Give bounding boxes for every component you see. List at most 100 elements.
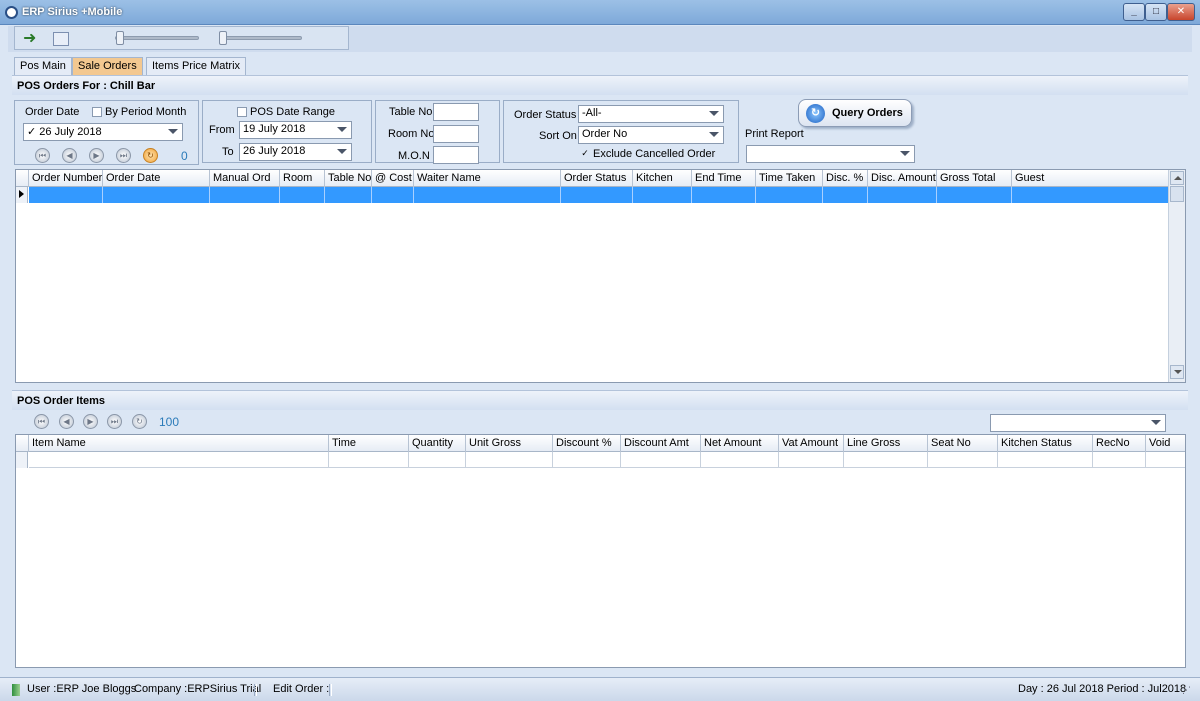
table-no-input[interactable] xyxy=(433,103,479,121)
cell[interactable] xyxy=(29,187,103,203)
cell[interactable] xyxy=(329,452,409,468)
col-line-gross[interactable]: Line Gross xyxy=(844,435,928,452)
col-room[interactable]: Room xyxy=(280,170,325,187)
chevron-down-icon[interactable] xyxy=(709,111,719,116)
close-button[interactable]: ✕ xyxy=(1167,3,1195,21)
col-net-amount[interactable]: Net Amount xyxy=(701,435,779,452)
to-date-picker[interactable]: 26 July 2018 xyxy=(239,143,352,161)
col-disc-percent[interactable]: Disc. % xyxy=(823,170,868,187)
col-gross-total[interactable]: Gross Total xyxy=(937,170,1012,187)
cell[interactable] xyxy=(466,452,553,468)
col-discount-percent[interactable]: Discount % xyxy=(553,435,621,452)
cell[interactable] xyxy=(928,452,998,468)
cell[interactable] xyxy=(621,452,701,468)
col-order-status[interactable]: Order Status xyxy=(561,170,633,187)
col-disc-amount[interactable]: Disc. Amount xyxy=(868,170,937,187)
cell[interactable] xyxy=(280,187,325,203)
cell[interactable] xyxy=(372,187,414,203)
cell[interactable] xyxy=(414,187,561,203)
prev-record-icon[interactable]: ◀ xyxy=(62,148,77,163)
sort-on-select[interactable]: Order No xyxy=(578,126,724,144)
exclude-cancelled-checkbox[interactable]: ✓ xyxy=(580,149,590,159)
table-row[interactable] xyxy=(29,187,1168,203)
tab-pos-main[interactable]: Pos Main xyxy=(14,57,72,75)
chevron-down-icon[interactable] xyxy=(900,151,910,156)
col-recno[interactable]: RecNo xyxy=(1093,435,1146,452)
zoom-slider[interactable] xyxy=(115,31,199,45)
query-orders-button[interactable]: ↻ Query Orders xyxy=(798,99,912,127)
app-icon[interactable] xyxy=(5,6,18,19)
col-cost[interactable]: @ Cost xyxy=(372,170,414,187)
cell[interactable] xyxy=(325,187,372,203)
minimize-button[interactable]: _ xyxy=(1123,3,1145,21)
col-kitchen[interactable]: Kitchen xyxy=(633,170,692,187)
col-waiter-name[interactable]: Waiter Name xyxy=(414,170,561,187)
col-seat-no[interactable]: Seat No xyxy=(928,435,998,452)
chevron-down-icon[interactable] xyxy=(1151,420,1161,425)
cell[interactable] xyxy=(29,452,329,468)
scroll-thumb[interactable] xyxy=(1170,186,1184,202)
row-indicator[interactable] xyxy=(16,187,28,203)
col-order-date[interactable]: Order Date xyxy=(103,170,210,187)
col-discount-amt[interactable]: Discount Amt xyxy=(621,435,701,452)
by-period-month-checkbox[interactable] xyxy=(92,107,102,117)
room-no-input[interactable] xyxy=(433,125,479,143)
chevron-down-icon[interactable] xyxy=(337,127,347,132)
cell[interactable] xyxy=(756,187,823,203)
table-row[interactable] xyxy=(29,452,1185,468)
col-quantity[interactable]: Quantity xyxy=(409,435,466,452)
cell[interactable] xyxy=(633,187,692,203)
scroll-down-icon[interactable] xyxy=(1170,365,1184,379)
opacity-slider[interactable] xyxy=(219,31,302,45)
col-void[interactable]: Void xyxy=(1146,435,1185,452)
next-record-icon[interactable]: ▶ xyxy=(83,414,98,429)
refresh-icon[interactable]: ↻ xyxy=(132,414,147,429)
orders-grid-scrollbar[interactable] xyxy=(1168,170,1185,382)
col-order-number[interactable]: Order Number xyxy=(29,170,103,187)
last-record-icon[interactable]: ⏭ xyxy=(107,414,122,429)
order-date-picker[interactable]: ✓ 26 July 2018 xyxy=(23,123,183,141)
last-record-icon[interactable]: ⏭ xyxy=(116,148,131,163)
cell[interactable] xyxy=(998,452,1093,468)
maximize-button[interactable]: □ xyxy=(1145,3,1167,21)
col-manual-ord[interactable]: Manual Ord xyxy=(210,170,280,187)
cell[interactable] xyxy=(1093,452,1146,468)
col-kitchen-status[interactable]: Kitchen Status xyxy=(998,435,1093,452)
col-time-taken[interactable]: Time Taken xyxy=(756,170,823,187)
row-indicator[interactable] xyxy=(16,452,28,468)
slider-thumb[interactable] xyxy=(116,31,124,45)
order-date-checkbox[interactable]: ✓ xyxy=(27,126,36,138)
cell[interactable] xyxy=(844,452,928,468)
slider-thumb[interactable] xyxy=(219,31,227,45)
refresh-icon[interactable]: ↻ xyxy=(143,148,158,163)
first-record-icon[interactable]: ⏮ xyxy=(34,414,49,429)
next-record-icon[interactable]: ▶ xyxy=(89,148,104,163)
cell[interactable] xyxy=(692,187,756,203)
cell[interactable] xyxy=(210,187,280,203)
cell[interactable] xyxy=(779,452,844,468)
cell[interactable] xyxy=(868,187,937,203)
chevron-down-icon[interactable] xyxy=(337,149,347,154)
items-filter-select[interactable] xyxy=(990,414,1166,432)
cell[interactable] xyxy=(103,187,210,203)
tab-sale-orders[interactable]: Sale Orders xyxy=(72,57,143,75)
col-item-name[interactable]: Item Name xyxy=(29,435,329,452)
exit-icon[interactable]: ➜ xyxy=(23,31,39,47)
print-report-select[interactable] xyxy=(746,145,915,163)
cell[interactable] xyxy=(409,452,466,468)
tab-items-price-matrix[interactable]: Items Price Matrix xyxy=(146,57,247,75)
order-status-select[interactable]: -All- xyxy=(578,105,724,123)
chevron-down-icon[interactable] xyxy=(168,129,178,134)
col-time[interactable]: Time xyxy=(329,435,409,452)
col-guest[interactable]: Guest xyxy=(1012,170,1168,187)
col-unit-gross[interactable]: Unit Gross xyxy=(466,435,553,452)
cell[interactable] xyxy=(553,452,621,468)
print-icon[interactable] xyxy=(53,32,69,46)
pos-date-range-checkbox[interactable] xyxy=(237,107,247,117)
cell[interactable] xyxy=(701,452,779,468)
col-end-time[interactable]: End Time xyxy=(692,170,756,187)
cell[interactable] xyxy=(823,187,868,203)
scroll-up-icon[interactable] xyxy=(1170,171,1184,185)
mon-input[interactable] xyxy=(433,146,479,164)
cell[interactable] xyxy=(937,187,1012,203)
